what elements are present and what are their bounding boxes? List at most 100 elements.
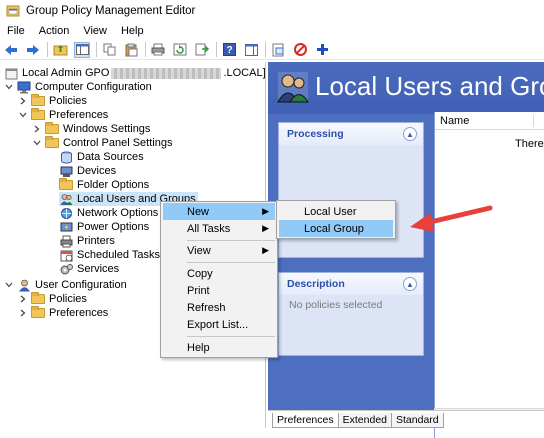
menu-item-refresh[interactable]: Refresh <box>163 299 275 316</box>
up-folder-icon[interactable] <box>52 42 68 58</box>
tree-label: Power Options <box>77 221 150 233</box>
tree-item-scheduled-tasks[interactable]: Scheduled Tasks <box>59 248 160 262</box>
export-list-icon[interactable] <box>194 42 210 58</box>
copy-icon[interactable] <box>101 42 117 58</box>
menu-file[interactable]: File <box>0 25 32 37</box>
submenu-item-label: Local Group <box>304 222 364 235</box>
show-hide-tree-icon[interactable] <box>74 41 90 58</box>
toolbar-separator <box>145 42 146 57</box>
menu-item-label: Refresh <box>187 301 226 314</box>
tree-item-power-options[interactable]: Power Options <box>59 220 149 234</box>
chevron-down-icon[interactable] <box>4 280 14 290</box>
submenu-item-local-user[interactable]: Local User <box>279 203 393 220</box>
title-bar: Group Policy Management Editor <box>0 0 544 22</box>
data-sources-icon <box>59 151 73 164</box>
users-icon <box>59 193 73 206</box>
tree-label: Data Sources <box>77 151 144 163</box>
submenu-arrow-icon: ▶ <box>262 223 269 233</box>
folder-icon <box>31 292 45 306</box>
column-divider <box>533 115 534 127</box>
chevron-down-icon[interactable] <box>32 138 42 148</box>
menu-item-new[interactable]: New ▶ <box>163 203 275 220</box>
menu-bar: File Action View Help <box>0 22 544 40</box>
extension-banner: Local Users and Grou <box>268 62 544 114</box>
properties-icon[interactable] <box>270 42 286 58</box>
tree-label: Folder Options <box>77 179 150 191</box>
tree-item-devices[interactable]: Devices <box>59 164 116 178</box>
menu-item-all-tasks[interactable]: All Tasks ▶ <box>163 220 275 237</box>
show-action-pane-icon[interactable] <box>243 42 259 58</box>
tab-extended[interactable]: Extended <box>337 413 392 428</box>
menu-item-copy[interactable]: Copy <box>163 265 275 282</box>
power-icon <box>59 221 73 234</box>
menu-item-help[interactable]: Help <box>163 339 275 356</box>
tab-preferences[interactable]: Preferences <box>272 413 339 428</box>
submenu-item-local-group[interactable]: Local Group <box>279 220 393 237</box>
description-text: No policies selected <box>289 299 383 311</box>
tree-label: Policies <box>49 95 87 107</box>
view-tabs: Preferences Extended Standard <box>268 410 544 428</box>
tree-item-policies[interactable]: Policies <box>18 94 87 108</box>
chevron-down-icon[interactable] <box>18 110 28 120</box>
svg-text:?: ? <box>226 45 232 56</box>
refresh-icon[interactable] <box>172 42 188 58</box>
tree-item-windows-settings[interactable]: Windows Settings <box>32 122 150 136</box>
group-policy-editor-icon <box>6 5 20 17</box>
folder-icon <box>31 306 45 320</box>
services-icon <box>59 263 73 276</box>
menu-view[interactable]: View <box>76 25 114 37</box>
menu-item-label: View <box>187 244 211 257</box>
menu-item-print[interactable]: Print <box>163 282 275 299</box>
menu-item-label: New <box>187 205 210 218</box>
submenu-item-label: Local User <box>304 205 357 218</box>
menu-item-view[interactable]: View ▶ <box>163 242 275 259</box>
paste-icon[interactable] <box>123 42 139 58</box>
tree-label: Windows Settings <box>63 123 151 135</box>
chevron-right-icon[interactable] <box>18 294 28 304</box>
tree-label: Printers <box>77 235 115 247</box>
tree-item-preferences[interactable]: Preferences <box>18 108 108 122</box>
delete-icon[interactable] <box>292 42 308 58</box>
tree-label: Computer Configuration <box>35 81 152 93</box>
tree-item-user-configuration[interactable]: User Configuration <box>4 278 127 292</box>
tree-item-services[interactable]: Services <box>59 262 119 276</box>
column-name-header[interactable]: Name <box>440 115 469 127</box>
menu-help[interactable]: Help <box>114 25 151 37</box>
tree-item-user-policies[interactable]: Policies <box>18 292 87 306</box>
toolbar-separator <box>96 42 97 57</box>
tree-item-control-panel-settings[interactable]: Control Panel Settings <box>32 136 172 150</box>
new-submenu: Local User Local Group <box>276 200 396 239</box>
tree-label: Preferences <box>49 307 109 319</box>
folder-icon <box>31 108 45 122</box>
tree-item-computer-configuration[interactable]: Computer Configuration <box>4 80 152 94</box>
menu-item-export-list[interactable]: Export List... <box>163 316 275 333</box>
menu-separator <box>187 262 275 263</box>
tab-standard[interactable]: Standard <box>391 413 444 428</box>
help-icon[interactable]: ? <box>221 42 237 58</box>
scheduled-tasks-icon <box>59 249 73 262</box>
chevron-down-icon[interactable] <box>4 82 14 92</box>
collapse-up-icon[interactable]: ▲ <box>403 127 417 141</box>
empty-list-text: There a <box>515 138 544 150</box>
tree-label: Policies <box>49 293 87 305</box>
forward-icon[interactable] <box>25 42 41 58</box>
menu-action[interactable]: Action <box>32 25 77 37</box>
back-icon[interactable] <box>3 42 19 58</box>
tree-item-printers[interactable]: Printers <box>59 234 115 248</box>
chevron-right-icon[interactable] <box>32 124 42 134</box>
tree-item-root[interactable]: Local Admin GPO .LOCAL] P <box>4 66 276 80</box>
new-icon[interactable] <box>314 42 330 58</box>
folder-options-icon <box>59 178 73 192</box>
tree-item-user-preferences[interactable]: Preferences <box>18 306 108 320</box>
tree-item-folder-options[interactable]: Folder Options <box>59 178 149 192</box>
toolbar-separator <box>47 42 48 57</box>
tree-label: Devices <box>77 165 117 177</box>
preferences-list[interactable]: Name There a <box>434 112 544 438</box>
chevron-right-icon[interactable] <box>18 96 28 106</box>
chevron-right-icon[interactable] <box>18 308 28 318</box>
tree-item-data-sources[interactable]: Data Sources <box>59 150 144 164</box>
collapse-up-icon[interactable]: ▲ <box>403 277 417 291</box>
tree-item-network-options[interactable]: Network Options <box>59 206 158 220</box>
list-header: Name <box>435 112 544 130</box>
print-icon[interactable] <box>150 42 166 58</box>
